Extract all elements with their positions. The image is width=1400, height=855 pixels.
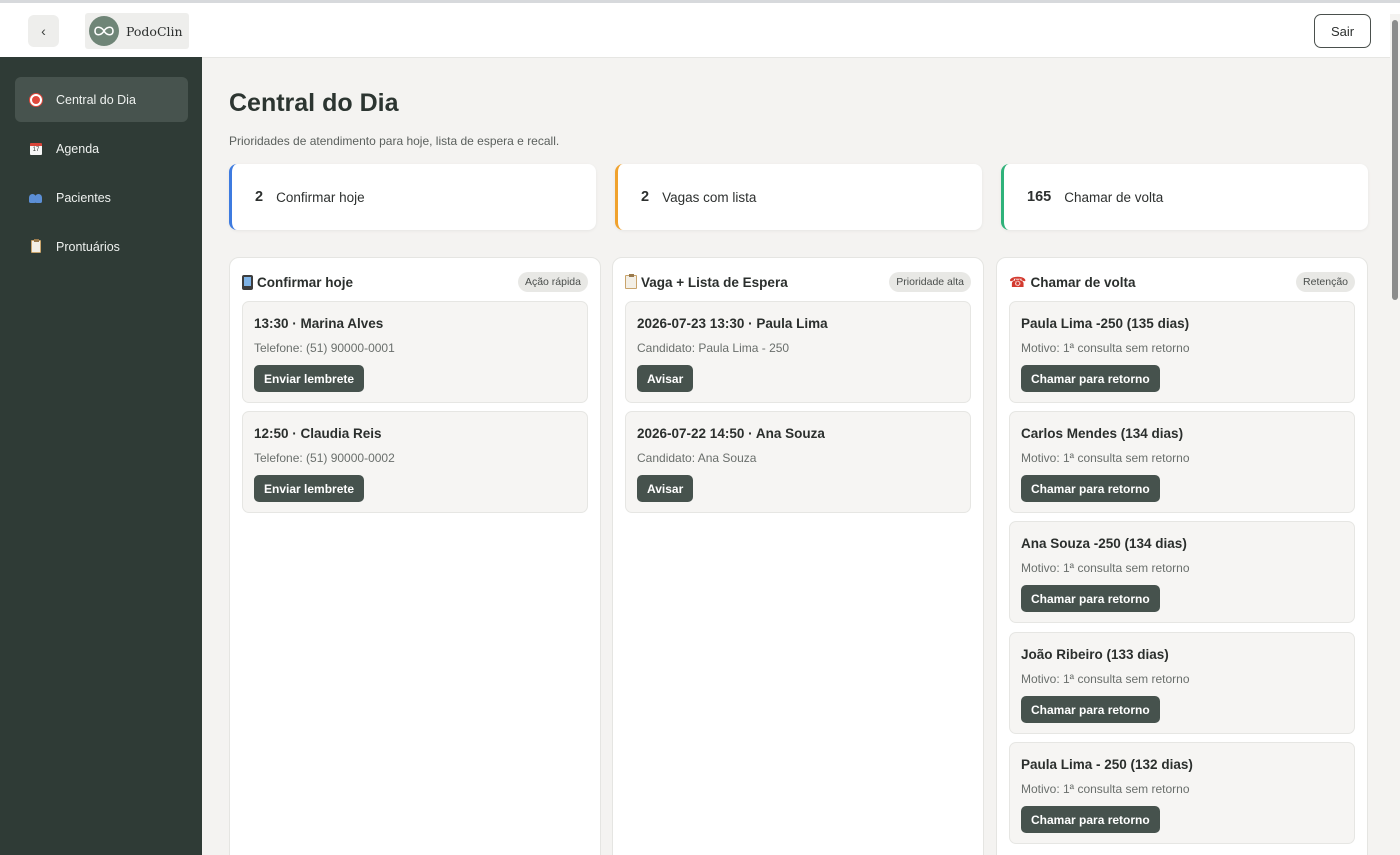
call-back-button[interactable]: Chamar para retorno	[1021, 696, 1160, 723]
page-scrollbar[interactable]	[1390, 14, 1400, 855]
item-detail: Motivo: 1ª consulta sem retorno	[1021, 341, 1190, 355]
stat-label: Confirmar hoje	[276, 189, 365, 205]
item-title: 13:30 · Marina Alves	[254, 316, 384, 331]
notify-button[interactable]: Avisar	[637, 365, 694, 392]
list-item: Carlos Mendes (134 dias) Motivo: 1ª cons…	[1009, 411, 1355, 513]
item-detail: Motivo: 1ª consulta sem retorno	[1021, 782, 1190, 796]
item-detail: Telefone: (51) 90000-0001	[254, 341, 395, 355]
call-back-button[interactable]: Chamar para retorno	[1021, 475, 1160, 502]
logo-text: PodoClin	[126, 23, 183, 39]
stat-label: Chamar de volta	[1064, 189, 1164, 205]
back-button[interactable]: ‹	[28, 15, 59, 47]
list-item: 2026-07-23 13:30 · Paula Lima Candidato:…	[625, 301, 971, 403]
item-title: Ana Souza -250 (134 dias)	[1021, 536, 1187, 551]
stat-value: 2	[641, 189, 650, 205]
target-icon	[29, 93, 43, 107]
panel-title: Confirmar hoje	[257, 274, 354, 290]
stat-card-confirmar-hoje[interactable]: 2 Confirmar hoje	[229, 164, 596, 230]
panel-title: Chamar de volta	[1030, 274, 1136, 290]
stat-label: Vagas com lista	[662, 189, 757, 205]
item-detail: Motivo: 1ª consulta sem retorno	[1021, 561, 1190, 575]
panel-header: Vaga + Lista de Espera Prioridade alta	[625, 270, 971, 294]
sidebar-item-agenda[interactable]: 17 Agenda	[15, 126, 188, 171]
item-title: Carlos Mendes (134 dias)	[1021, 426, 1184, 441]
call-back-button[interactable]: Chamar para retorno	[1021, 585, 1160, 612]
page-subtitle: Prioridades de atendimento para hoje, li…	[229, 134, 560, 148]
list-item: 2026-07-22 14:50 · Ana Souza Candidato: …	[625, 411, 971, 513]
panel-chamar-de-volta: ☎ Chamar de volta Retenção Paula Lima -2…	[996, 257, 1368, 855]
sidebar-item-pacientes[interactable]: Pacientes	[15, 175, 188, 220]
panel-header: ☎ Chamar de volta Retenção	[1009, 270, 1355, 294]
panel-header: Confirmar hoje Ação rápida	[242, 270, 588, 294]
stat-card-vagas-com-lista[interactable]: 2 Vagas com lista	[615, 164, 982, 230]
telephone-icon: ☎	[1009, 273, 1027, 290]
sidebar-item-label: Central do Dia	[56, 92, 136, 107]
item-detail: Candidato: Paula Lima - 250	[637, 341, 790, 355]
notify-button[interactable]: Avisar	[637, 475, 694, 502]
scrollbar-thumb[interactable]	[1392, 20, 1398, 300]
stat-value: 2	[255, 189, 264, 205]
sidebar: Central do Dia 17 Agenda Pacientes Pront…	[0, 57, 202, 855]
list-item: Ana Souza -250 (134 dias) Motivo: 1ª con…	[1009, 521, 1355, 623]
mobile-phone-icon	[242, 274, 253, 290]
people-icon	[29, 191, 43, 205]
panel-vaga-lista-de-espera: Vaga + Lista de Espera Prioridade alta 2…	[612, 257, 984, 855]
sidebar-item-prontuarios[interactable]: Prontuários	[15, 224, 188, 269]
logo: PodoClin	[85, 13, 189, 49]
item-detail: Motivo: 1ª consulta sem retorno	[1021, 672, 1190, 686]
item-detail: Candidato: Ana Souza	[637, 451, 757, 465]
item-detail: Motivo: 1ª consulta sem retorno	[1021, 451, 1190, 465]
sidebar-item-central-do-dia[interactable]: Central do Dia	[15, 77, 188, 122]
panel-badge: Prioridade alta	[889, 272, 971, 292]
list-item: João Ribeiro (133 dias) Motivo: 1ª consu…	[1009, 632, 1355, 734]
item-title: 2026-07-22 14:50 · Ana Souza	[637, 426, 825, 441]
sidebar-item-label: Agenda	[56, 141, 100, 156]
item-title: Paula Lima -250 (135 dias)	[1021, 316, 1190, 331]
panel-badge: Ação rápida	[517, 272, 588, 292]
chevron-left-icon: ‹	[41, 23, 46, 39]
list-item: 12:50 · Claudia Reis Telefone: (51) 9000…	[242, 411, 588, 513]
call-back-button[interactable]: Chamar para retorno	[1021, 806, 1160, 833]
stat-card-chamar-de-volta[interactable]: 165 Chamar de volta	[1001, 164, 1368, 230]
top-bar: ‹ PodoClin Sair	[0, 0, 1400, 58]
item-title: 2026-07-23 13:30 · Paula Lima	[637, 316, 828, 331]
clipboard-icon	[29, 239, 43, 254]
clipboard-icon	[625, 274, 637, 289]
panel-badge: Retenção	[1296, 272, 1355, 292]
call-back-button[interactable]: Chamar para retorno	[1021, 365, 1160, 392]
page-title: Central do Dia	[229, 89, 399, 117]
panel-confirmar-hoje: Confirmar hoje Ação rápida 13:30 · Marin…	[229, 257, 601, 855]
calendar-icon: 17	[29, 142, 43, 156]
infinity-logo-icon	[89, 16, 119, 46]
sidebar-item-label: Pacientes	[56, 190, 111, 205]
stat-value: 165	[1027, 189, 1052, 205]
send-reminder-button[interactable]: Enviar lembrete	[254, 365, 365, 392]
item-detail: Telefone: (51) 90000-0002	[254, 451, 395, 465]
list-item: Paula Lima -250 (135 dias) Motivo: 1ª co…	[1009, 301, 1355, 403]
send-reminder-button[interactable]: Enviar lembrete	[254, 475, 365, 502]
item-title: 12:50 · Claudia Reis	[254, 426, 382, 441]
sidebar-item-label: Prontuários	[56, 239, 120, 254]
logout-button[interactable]: Sair	[1314, 14, 1371, 48]
item-title: João Ribeiro (133 dias)	[1021, 647, 1169, 662]
list-item: 13:30 · Marina Alves Telefone: (51) 9000…	[242, 301, 588, 403]
panel-title: Vaga + Lista de Espera	[641, 274, 788, 290]
item-title: Paula Lima - 250 (132 dias)	[1021, 757, 1193, 772]
list-item: Paula Lima - 250 (132 dias) Motivo: 1ª c…	[1009, 742, 1355, 844]
